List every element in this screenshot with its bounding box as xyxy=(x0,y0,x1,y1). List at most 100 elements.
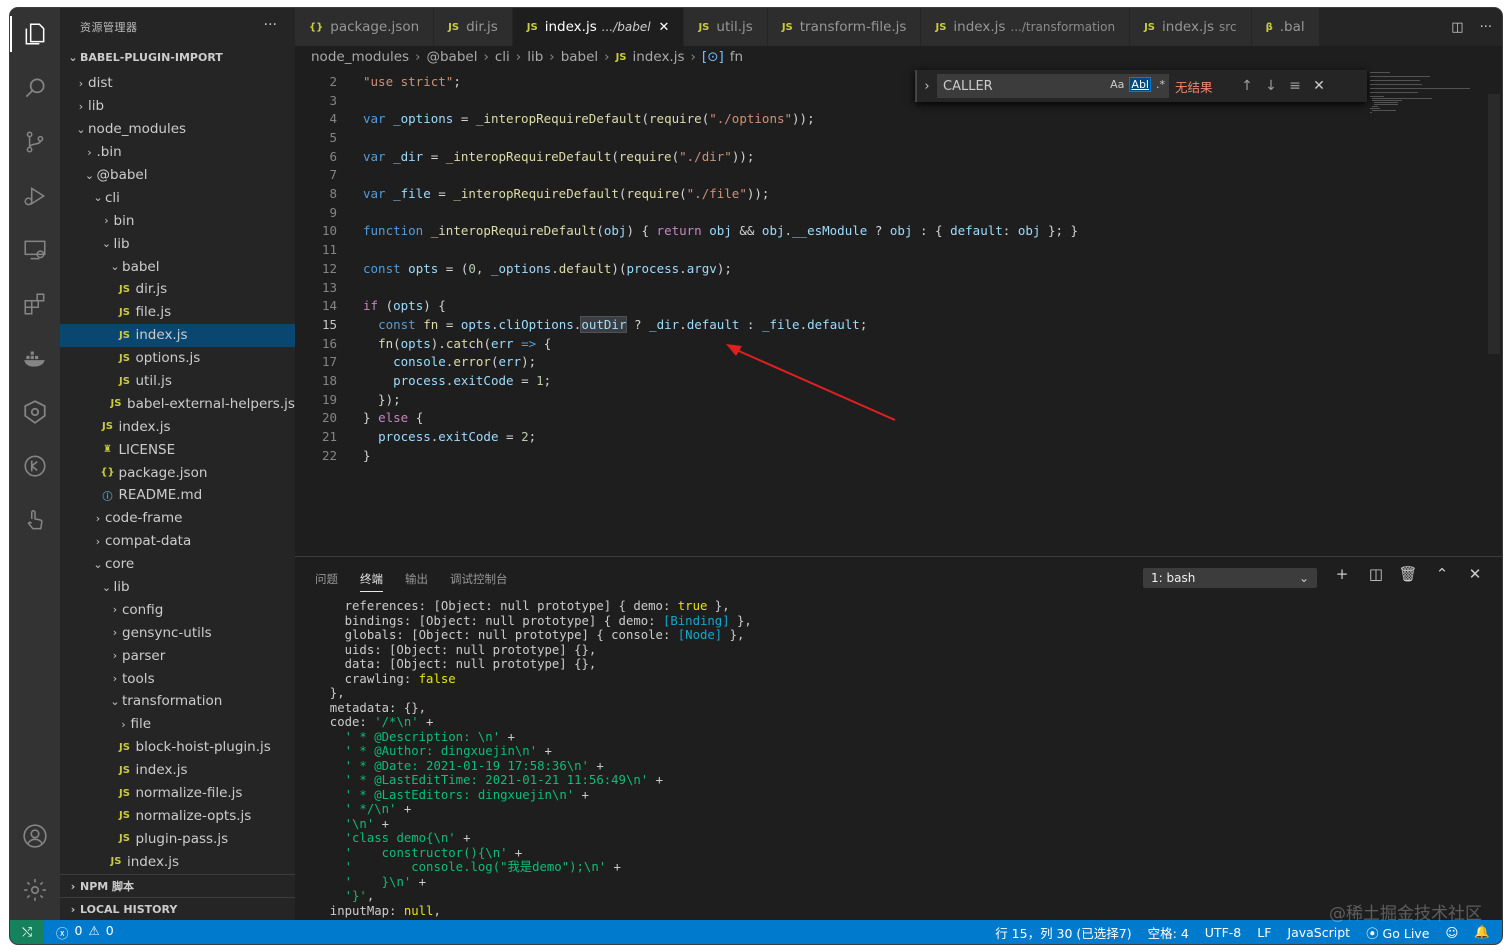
trash-icon[interactable]: 🗑 xyxy=(1398,565,1418,583)
find-in-selection-icon[interactable]: ≡ xyxy=(1283,78,1307,94)
file-item[interactable]: JS babel-external-helpers.js xyxy=(60,392,295,415)
folder-item[interactable]: ⌄ node_modules xyxy=(60,118,295,141)
language-mode[interactable]: JavaScript xyxy=(1287,925,1350,940)
breadcrumb-item[interactable]: fn xyxy=(730,49,743,65)
breadcrumb-item[interactable]: index.js xyxy=(633,49,685,65)
close-icon[interactable]: ✕ xyxy=(659,20,670,35)
folder-item[interactable]: › lib xyxy=(60,95,295,118)
folder-item[interactable]: › .bin xyxy=(60,141,295,164)
code-line[interactable]: 11 xyxy=(295,240,1485,259)
editor-scrollbar[interactable] xyxy=(1488,94,1500,354)
code-line[interactable]: 6 var _dir = _interopRequireDefault(requi… xyxy=(295,147,1485,166)
remote-indicator-icon[interactable]: ⤭ xyxy=(10,920,44,944)
code-line[interactable]: 18 process.exitCode = 1; xyxy=(295,371,1485,390)
code-line[interactable]: 21 process.exitCode = 2; xyxy=(295,427,1485,446)
folder-item[interactable]: › config xyxy=(60,598,295,621)
feedback-icon[interactable]: ☺ xyxy=(1445,925,1458,940)
folder-item[interactable]: › code-frame xyxy=(60,507,295,530)
editor-tab[interactable]: JS index.js .../babel ✕ xyxy=(512,8,685,46)
file-item[interactable]: JS dir.js xyxy=(60,278,295,301)
file-item[interactable]: JS normalize-opts.js xyxy=(60,805,295,828)
npm-scripts-section[interactable]: › NPM 脚本 xyxy=(60,874,295,897)
account-icon[interactable] xyxy=(10,814,60,858)
split-terminal-icon[interactable]: ◫ xyxy=(1366,565,1386,583)
panel-tab[interactable]: 问题 xyxy=(315,571,338,592)
panel-tab[interactable]: 调试控制台 xyxy=(450,571,508,592)
breadcrumb-item[interactable]: @babel xyxy=(426,49,477,65)
run-debug-icon[interactable] xyxy=(10,174,60,218)
code-line[interactable]: 9 xyxy=(295,203,1485,222)
folder-item[interactable]: › dist xyxy=(60,72,295,95)
editor-tab[interactable]: JS transform-file.js xyxy=(767,8,922,46)
explorer-icon[interactable] xyxy=(10,12,60,56)
more-actions-icon[interactable]: ··· xyxy=(264,17,277,33)
breadcrumb-item[interactable]: babel xyxy=(561,49,598,65)
editor-tab[interactable]: JS index.js src xyxy=(1130,8,1252,46)
go-live-button[interactable]: ⦿ Go Live xyxy=(1366,923,1429,942)
remote-explorer-icon[interactable] xyxy=(10,228,60,272)
file-item[interactable]: JS util.js xyxy=(60,370,295,393)
code-line[interactable]: 4 var _options = _interopRequireDefault(r… xyxy=(295,109,1485,128)
problems-indicator[interactable]: ⓧ 0 ⚠ 0 xyxy=(56,923,114,942)
minimap[interactable] xyxy=(1366,70,1486,130)
kubernetes-icon[interactable] xyxy=(10,390,60,434)
editor-tab[interactable]: JS util.js xyxy=(684,8,768,46)
end-of-line[interactable]: LF xyxy=(1257,925,1271,940)
cursor-position[interactable]: 行 15，列 30 (已选择7) xyxy=(995,923,1131,942)
folder-item[interactable]: › file xyxy=(60,713,295,736)
folder-item[interactable]: ⌄ core xyxy=(60,553,295,576)
toggle-replace-icon[interactable]: › xyxy=(917,79,937,94)
terminal-select[interactable]: 1: bash ⌄ xyxy=(1143,568,1317,588)
code-line[interactable]: 15 const fn = opts.cliOptions.outDir ? _… xyxy=(295,315,1485,334)
workspace-root[interactable]: ⌄ BABEL-PLUGIN-IMPORT xyxy=(60,46,295,68)
next-match-icon[interactable]: ↓ xyxy=(1259,78,1283,94)
folder-item[interactable]: ⌄ lib xyxy=(60,232,295,255)
folder-item[interactable]: ⌄ @babel xyxy=(60,164,295,187)
breadcrumb-item[interactable]: lib xyxy=(527,49,543,65)
folder-item[interactable]: › parser xyxy=(60,644,295,667)
close-icon[interactable]: ✕ xyxy=(1465,565,1485,583)
editor-tab[interactable]: JS dir.js xyxy=(434,8,513,46)
editor-tab[interactable]: β .bal xyxy=(1251,8,1320,46)
code-line[interactable]: 12 const opts = (0, _options.default)(pro… xyxy=(295,259,1485,278)
code-line[interactable]: 19 }); xyxy=(295,390,1485,409)
file-item[interactable]: JS block-hoist-plugin.js xyxy=(60,736,295,759)
timeline-icon[interactable] xyxy=(10,444,60,488)
indentation[interactable]: 空格: 4 xyxy=(1148,923,1189,942)
code-line[interactable]: 17 console.error(err); xyxy=(295,353,1485,372)
whole-word-toggle[interactable]: Abl xyxy=(1129,77,1151,92)
breadcrumb-item[interactable]: cli xyxy=(495,49,510,65)
find-input[interactable]: CALLER Aa Abl .* xyxy=(937,74,1169,98)
editor-tab[interactable]: JS index.js .../transformation xyxy=(921,8,1131,46)
folder-item[interactable]: ⌄ babel xyxy=(60,255,295,278)
code-line[interactable]: 22} xyxy=(295,446,1485,465)
close-icon[interactable]: ✕ xyxy=(1307,78,1331,94)
code-line[interactable]: 14 if (opts) { xyxy=(295,296,1485,315)
local-history-section[interactable]: › LOCAL HISTORY xyxy=(60,897,295,920)
split-editor-icon[interactable]: ◫ xyxy=(1451,20,1463,35)
previous-match-icon[interactable]: ↑ xyxy=(1235,78,1259,94)
terminal-output[interactable]: references: [Object: null prototype] { d… xyxy=(315,599,752,918)
code-line[interactable]: 13 xyxy=(295,278,1485,297)
match-case-toggle[interactable]: Aa xyxy=(1110,78,1124,91)
folder-item[interactable]: › tools xyxy=(60,667,295,690)
code-line[interactable]: 10 function _interopRequireDefault(obj) {… xyxy=(295,222,1485,241)
file-item[interactable]: {} package.json xyxy=(60,461,295,484)
folder-item[interactable]: ⌄ cli xyxy=(60,186,295,209)
folder-item[interactable]: › compat-data xyxy=(60,530,295,553)
encoding[interactable]: UTF-8 xyxy=(1205,925,1241,940)
folder-item[interactable]: ⌄ lib xyxy=(60,576,295,599)
regex-toggle[interactable]: .* xyxy=(1156,78,1165,91)
new-terminal-icon[interactable]: + xyxy=(1332,565,1352,583)
editor-tab[interactable]: {} package.json xyxy=(295,8,435,46)
file-item[interactable]: JS normalize-file.js xyxy=(60,782,295,805)
code-line[interactable]: 5 xyxy=(295,128,1485,147)
settings-gear-icon[interactable] xyxy=(10,868,60,912)
extensions-icon[interactable] xyxy=(10,282,60,326)
file-item[interactable]: JS options.js xyxy=(60,347,295,370)
file-item[interactable]: JS index.js xyxy=(60,850,295,873)
file-item[interactable]: ⓘ README.md xyxy=(60,484,295,507)
code-line[interactable]: 20} else { xyxy=(295,409,1485,428)
file-item[interactable]: JS index.js xyxy=(60,323,295,347)
docker-icon[interactable] xyxy=(10,336,60,380)
